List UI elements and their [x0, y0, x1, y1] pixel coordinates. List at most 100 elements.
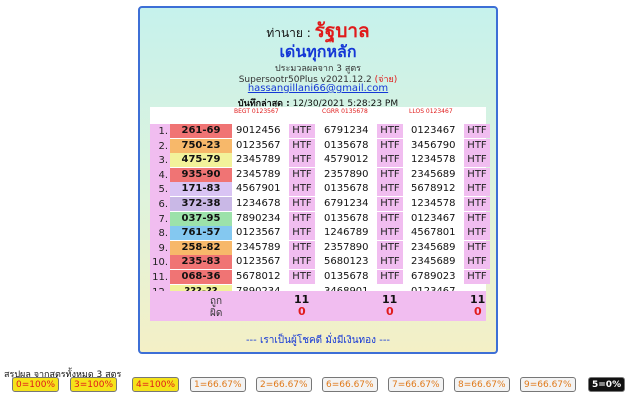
row-number: 4.	[150, 167, 170, 183]
formula-digits: 6789023	[411, 270, 465, 284]
lottery-name: รัฐบาล	[314, 20, 370, 42]
formula-digits: 2345789	[236, 167, 290, 182]
table-row: 7. 037-95 7890234 HTF 0135678 HTF 0123467 HTF	[150, 211, 490, 227]
formula-digits: 0135678	[324, 270, 378, 284]
htf-label: HTF	[377, 182, 403, 197]
htf-label: HTF	[464, 167, 490, 182]
table-row: 3. 475-79 2345789 HTF 4579012 HTF 1234578 HTF	[150, 153, 490, 169]
htf-label: HTF	[377, 138, 403, 153]
row-number: 9.	[150, 240, 170, 256]
htf-label: HTF	[289, 138, 315, 153]
htf-label: HTF	[289, 153, 315, 168]
formula-digits: 4567801	[411, 226, 465, 241]
row-number: 6.	[150, 197, 170, 212]
htf-label: HTF	[377, 240, 403, 255]
formula-digits: 1234578	[411, 197, 465, 211]
predicted-number: 037-95	[170, 211, 232, 226]
htf-label: HTF	[464, 138, 490, 153]
htf-label: HTF	[289, 226, 315, 241]
row-number: 8.	[150, 226, 170, 242]
formula-digits: 0123567	[236, 255, 290, 270]
row-number: 3.	[150, 153, 170, 169]
formula-digits: 2345789	[236, 153, 290, 168]
column-head-1: BEGT 0123567	[234, 108, 279, 115]
digit-stat-chip: 3=100%	[70, 377, 117, 392]
formula-digits: 2345689	[411, 240, 465, 255]
htf-label: HTF	[289, 270, 315, 284]
formula-digits: 0123467	[411, 211, 465, 226]
htf-label: HTF	[464, 255, 490, 270]
result-card: ท่านาย : รัฐบาล เด่นทุกหลัก ประมวลผลจาก …	[138, 6, 498, 354]
digit-stat-chip: 0=100%	[12, 377, 59, 392]
table-row: 9. 258-82 2345789 HTF 2357890 HTF 2345689 HTF	[150, 240, 490, 256]
predicted-number: 372-38	[170, 197, 232, 211]
htf-label: HTF	[464, 211, 490, 226]
predicted-number: 258-82	[170, 240, 232, 255]
footer-slogan: --- เราเป็นผู้โชคดี มั่งมีเงินทอง ---	[245, 335, 391, 346]
formula-digits: 1234678	[236, 197, 290, 211]
htf-label: HTF	[289, 182, 315, 197]
htf-label: HTF	[289, 124, 315, 138]
formula-digits: 4567901	[236, 182, 290, 197]
htf-label: HTF	[464, 197, 490, 211]
htf-label: HTF	[377, 153, 403, 168]
predicted-number: 761-57	[170, 226, 232, 241]
row-number: 7.	[150, 211, 170, 227]
predicted-number: 475-79	[170, 153, 232, 168]
digit-stat-chip: 9=66.67%	[520, 377, 576, 392]
htf-label: HTF	[464, 270, 490, 284]
digit-stat-chip: 5=0%	[588, 377, 626, 392]
predict-prefix: ท่านาย :	[266, 26, 311, 40]
formula-digits: 1246789	[324, 226, 378, 241]
formula-digits: 5680123	[324, 255, 378, 270]
wrong-label: ผิด	[210, 308, 223, 319]
predicted-number: 935-90	[170, 167, 232, 182]
formula-digits: 2357890	[324, 167, 378, 182]
htf-label: HTF	[464, 226, 490, 241]
htf-label: HTF	[289, 197, 315, 211]
formula-digits: 5678012	[236, 270, 290, 284]
wrong-count-1: 0	[298, 305, 306, 318]
htf-label: HTF	[377, 167, 403, 182]
formula-digits: 5678912	[411, 182, 465, 197]
formula-digits: 0123567	[236, 138, 290, 153]
wrong-count-2: 0	[386, 305, 394, 318]
formula-digits: 6791234	[324, 197, 378, 211]
htf-label: HTF	[464, 124, 490, 138]
table-row: 5. 171-83 4567901 HTF 0135678 HTF 5678912 HTF	[150, 182, 490, 198]
email-link[interactable]: hassangillani66@gmail.com	[140, 83, 496, 94]
table-row: 10. 235-83 0123567 HTF 5680123 HTF 2345689 HTF	[150, 255, 490, 271]
formula-digits: 6791234	[324, 124, 378, 138]
digit-stat-chip: 8=66.67%	[454, 377, 510, 392]
table-row: 11. 068-36 5678012 HTF 0135678 HTF 6789023 HTF	[150, 270, 490, 285]
predicted-number: 261-69	[170, 124, 232, 138]
htf-label: HTF	[464, 153, 490, 168]
formula-digits: 0135678	[324, 182, 378, 197]
htf-label: HTF	[377, 226, 403, 241]
row-number: 1.	[150, 124, 170, 139]
digit-stat-chip: 4=100%	[132, 377, 179, 392]
table-row: 6. 372-38 1234678 HTF 6791234 HTF 1234578 HTF	[150, 197, 490, 212]
htf-label: HTF	[464, 182, 490, 197]
table-row: 4. 935-90 2345789 HTF 2357890 HTF 2345689 HTF	[150, 167, 490, 183]
summary-box: ถูก ผิด 11 0 11 0 11 0	[150, 291, 486, 321]
row-number: 2.	[150, 138, 170, 154]
htf-label: HTF	[377, 197, 403, 211]
formula-digits: 0135678	[324, 211, 378, 226]
column-head-3: LLOS 0123467	[409, 108, 453, 115]
wrong-count-3: 0	[474, 305, 482, 318]
formula-digits: 2357890	[324, 240, 378, 255]
predicted-number: 750-23	[170, 138, 232, 153]
htf-label: HTF	[377, 124, 403, 138]
table-row: 8. 761-57 0123567 HTF 1246789 HTF 4567801 HTF	[150, 226, 490, 242]
htf-label: HTF	[377, 255, 403, 270]
htf-label: HTF	[464, 240, 490, 255]
htf-label: HTF	[377, 211, 403, 226]
predicted-number: 068-36	[170, 270, 232, 284]
digit-stat-chip: 7=66.67%	[388, 377, 444, 392]
table-row: 1. 261-69 9012456 HTF 6791234 HTF 0123467 HTF	[150, 124, 490, 139]
predicted-number: 235-83	[170, 255, 232, 270]
formula-digits: 2345689	[411, 167, 465, 182]
digit-stat-chip: 1=66.67%	[190, 377, 246, 392]
digit-stat-chip: 6=66.67%	[322, 377, 378, 392]
